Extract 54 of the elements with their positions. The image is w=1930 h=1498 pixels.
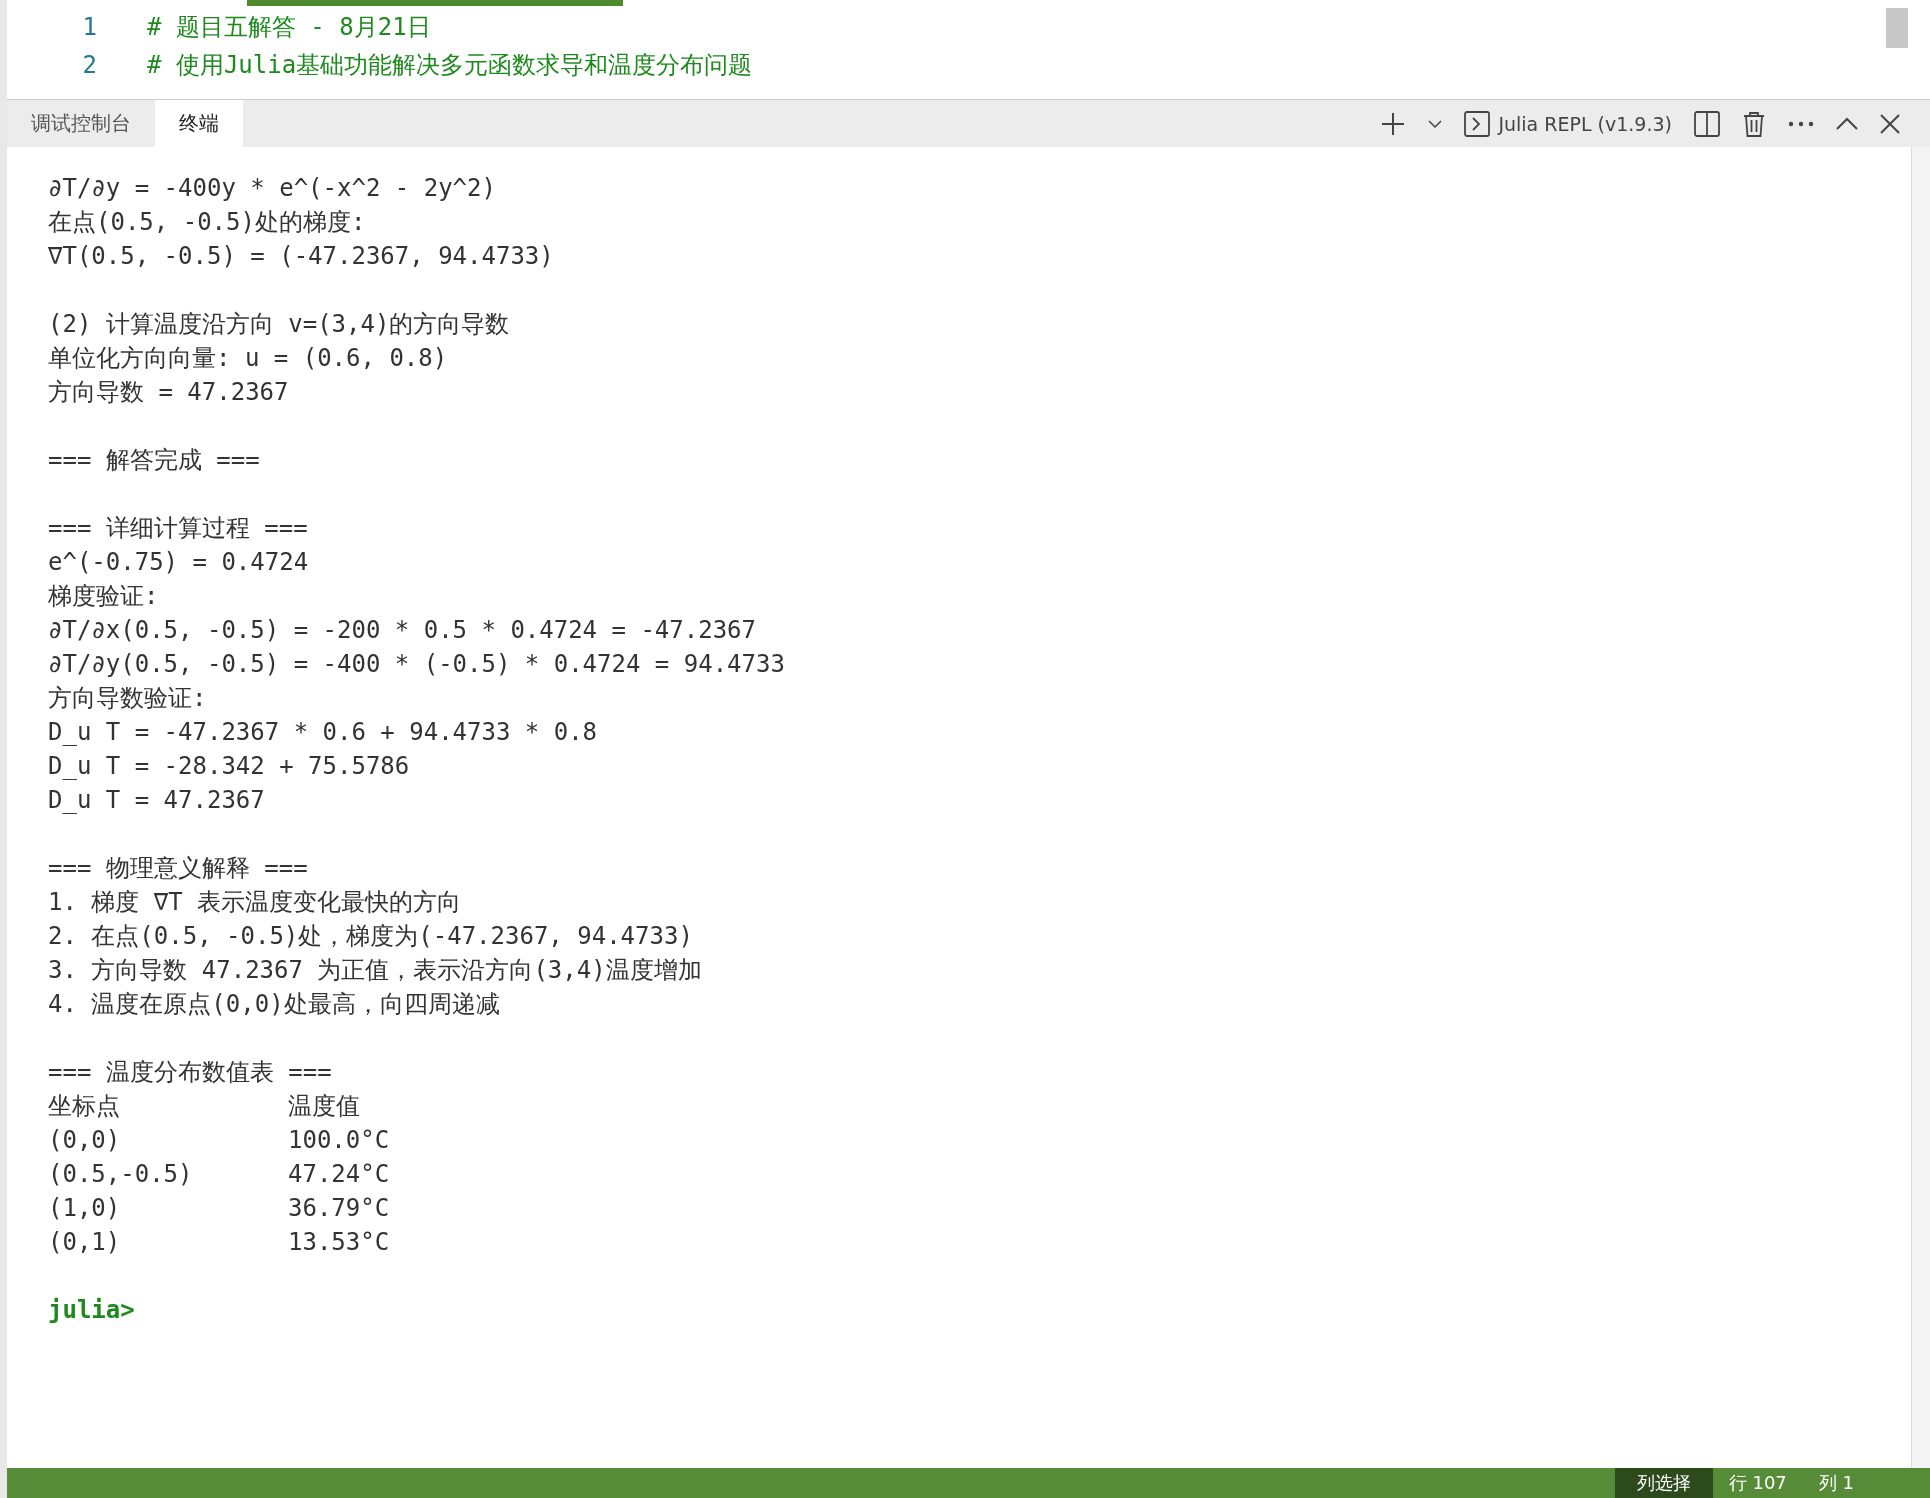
table-cell-text: 100.0°C <box>288 1125 391 1156</box>
chevron-down-icon[interactable] <box>1428 118 1443 129</box>
terminal-output-line: D_u T = -28.342 + 75.5786 <box>48 751 411 782</box>
terminal-name[interactable]: Julia REPL (v1.9.3) <box>1498 112 1672 135</box>
more-icon[interactable] <box>1788 120 1814 127</box>
scrollbar-thumb[interactable] <box>247 0 623 6</box>
terminal-output-line: 梯度验证: <box>48 581 160 612</box>
terminal-output-line: 单位化方向向量: u = (0.6, 0.8) <box>48 343 449 374</box>
terminal-output-line: 2. 在点(0.5, -0.5)处，梯度为(-47.2367, 94.4733) <box>48 921 694 952</box>
terminal-output-line: ∂T/∂x(0.5, -0.5) = -200 * 0.5 * 0.4724 = -47.2367 <box>48 615 757 646</box>
table-cell-text: (0,1) <box>48 1227 122 1258</box>
code-comment: # 题目五解答 - 8月21日 <box>147 12 431 43</box>
terminal-output-line: === 温度分布数值表 === <box>48 1057 333 1088</box>
line-number: 1 <box>81 13 98 41</box>
status-item[interactable]: 列 1 <box>1802 1468 1870 1498</box>
table-cell-text: (0,0) <box>48 1125 122 1156</box>
terminal-output-line: 1. 梯度 ∇T 表示温度变化最快的方向 <box>48 887 463 918</box>
table-cell-text: 36.79°C <box>288 1193 391 1224</box>
terminal-output-line: 方向导数 = 47.2367 <box>48 377 290 408</box>
terminal-output-line: === 详细计算过程 === <box>48 513 309 544</box>
line-number: 2 <box>81 51 98 79</box>
table-cell-text: (0.5,-0.5) <box>48 1159 194 1190</box>
code-comment: # 使用Julia基础功能解决多元函数求导和温度分布问题 <box>147 50 753 81</box>
terminal-output-line: 3. 方向导数 47.2367 为正值，表示沿方向(3,4)温度增加 <box>48 955 703 986</box>
terminal-output-line: (2) 计算温度沿方向 v=(3,4)的方向导数 <box>48 309 511 340</box>
terminal-output-line: 方向导数验证: <box>48 683 208 714</box>
table-cell-text: 47.24°C <box>288 1159 391 1190</box>
terminal-icon <box>1464 110 1491 137</box>
terminal-output-line: === 解答完成 === <box>48 445 261 476</box>
table-header: 温度值 <box>288 1091 361 1122</box>
close-icon[interactable] <box>1880 113 1900 134</box>
status-item[interactable]: 行 107 <box>1712 1468 1803 1498</box>
chevron-up-icon[interactable] <box>1836 117 1858 130</box>
trash-icon[interactable] <box>1742 110 1766 137</box>
terminal-output-line: === 物理意义解释 === <box>48 853 309 884</box>
table-cell-text: 13.53°C <box>288 1227 391 1258</box>
terminal-output-line: ∇T(0.5, -0.5) = (-47.2367, 94.4733) <box>48 241 555 272</box>
plus-icon[interactable] <box>1380 110 1407 137</box>
terminal-output-line: 4. 温度在原点(0,0)处最高，向四周递减 <box>48 989 501 1020</box>
scrollbar-track[interactable] <box>1911 147 1930 1468</box>
terminal-output-line: ∂T/∂y = -400y * e^(-x^2 - 2y^2) <box>48 173 497 204</box>
panel-tab[interactable]: 终端 <box>155 100 243 147</box>
table-header: 坐标点 <box>48 1091 121 1122</box>
terminal-output-line: 在点(0.5, -0.5)处的梯度: <box>48 207 367 238</box>
terminal-output-line: ∂T/∂y(0.5, -0.5) = -400 * (-0.5) * 0.4724 = 94.4733 <box>48 649 786 680</box>
terminal-output-line: D_u T = -47.2367 * 0.6 + 94.4733 * 0.8 <box>48 717 599 748</box>
repl-prompt: julia> <box>48 1295 136 1326</box>
scrollbar-thumb[interactable] <box>1886 8 1908 48</box>
terminal-output-line: e^(-0.75) = 0.4724 <box>48 547 310 578</box>
terminal-output-line: D_u T = 47.2367 <box>48 785 266 816</box>
panel-tab[interactable]: 调试控制台 <box>7 100 155 147</box>
table-cell-text: (1,0) <box>48 1193 122 1224</box>
status-item[interactable]: 列选择 <box>1614 1468 1713 1498</box>
split-icon[interactable] <box>1694 110 1720 137</box>
